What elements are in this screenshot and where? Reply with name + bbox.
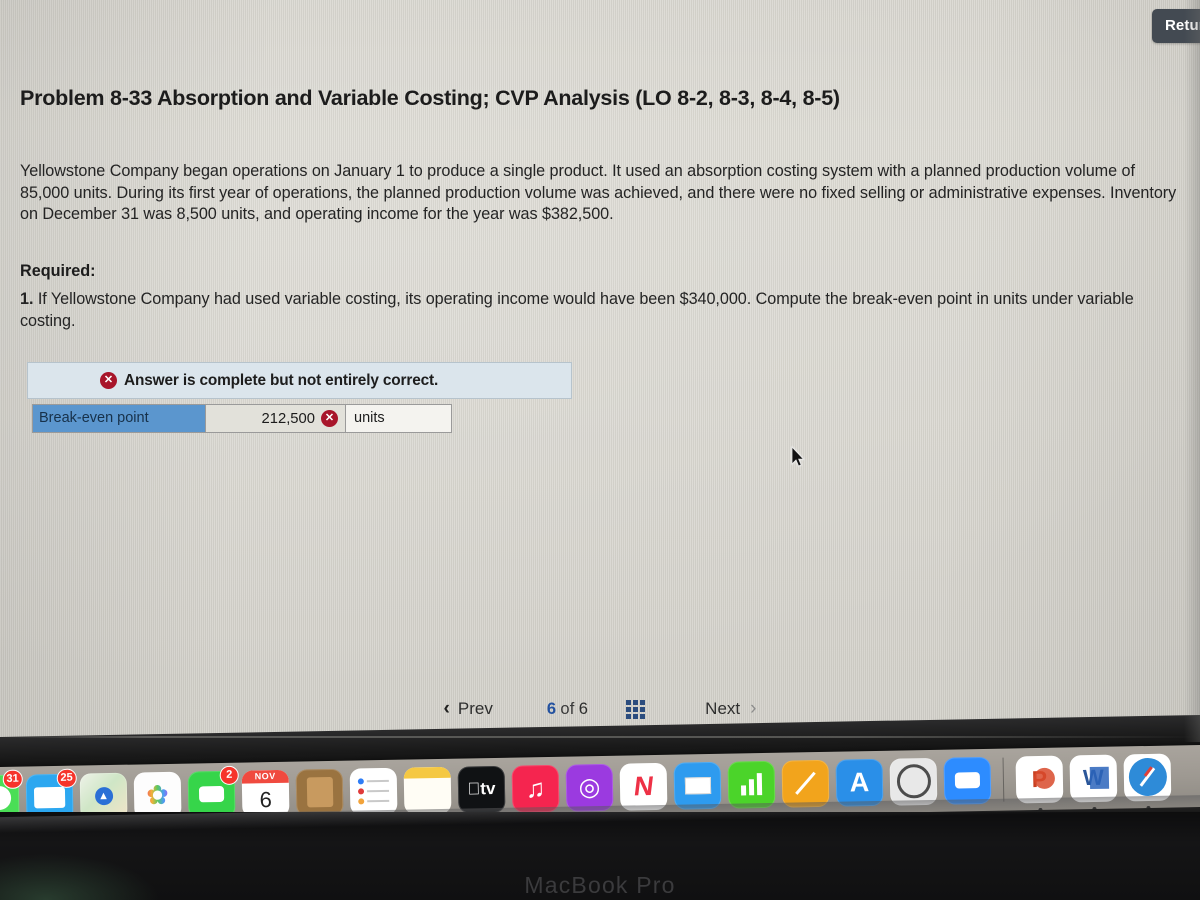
apple-tv-icon: tv <box>457 765 506 814</box>
page-indicator: 6 of 6 <box>547 700 588 719</box>
dock-item-news[interactable]: N <box>619 762 668 811</box>
dock-item-reminders[interactable] <box>349 767 398 816</box>
grid-cell <box>626 713 632 719</box>
notes-icon <box>403 766 452 815</box>
chevron-left-icon: ‹ <box>443 698 450 719</box>
dock-item-keynote[interactable] <box>673 761 722 810</box>
x-circle-icon: ✕ <box>321 410 338 427</box>
powerpoint-icon: P <box>1015 755 1064 803</box>
answer-value: 212,500 <box>261 410 316 427</box>
dock-item-pages[interactable] <box>781 759 830 808</box>
dock-item-notes[interactable] <box>403 766 452 823</box>
screen-right-edge-shadow <box>1184 0 1200 742</box>
current-page-number: 6 <box>546 699 557 718</box>
podcasts-icon: ◎ <box>565 763 614 812</box>
keynote-icon <box>673 761 722 810</box>
dock-item-system-settings[interactable] <box>889 757 938 806</box>
dock-item-podcasts[interactable]: ◎ <box>565 763 614 812</box>
chevron-right-icon: › <box>750 698 757 719</box>
pages-icon <box>781 759 830 808</box>
app-store-icon: A <box>835 758 884 807</box>
prev-button[interactable]: ‹ Prev <box>444 698 493 720</box>
answer-status-text: Answer is complete but not entirely corr… <box>124 371 439 389</box>
dock-item-contacts[interactable] <box>295 768 344 817</box>
grid-cell <box>633 706 639 712</box>
dock-badge-mail: 25 <box>56 768 77 788</box>
dock-item-app-store[interactable]: A <box>835 758 884 807</box>
next-label: Next <box>705 699 741 718</box>
required-item-1: 1. If Yellowstone Company had used varia… <box>20 289 1185 332</box>
answer-table-row: Break-even point 212,500 ✕ units <box>32 404 452 433</box>
grid-cell <box>640 699 646 705</box>
answer-row-label: Break-even point <box>33 405 206 432</box>
dock-item-safari[interactable] <box>1123 753 1172 810</box>
dock-badge-messages: 31 <box>2 769 23 789</box>
answer-units-label: units <box>346 405 451 432</box>
grid-cell <box>626 699 632 705</box>
next-button[interactable]: Next › <box>705 698 756 720</box>
dock-item-music[interactable]: ♫ <box>511 764 560 813</box>
safari-icon <box>1123 753 1172 801</box>
dock-item-apple-tv[interactable]: tv <box>457 765 506 814</box>
dock-item-calendar[interactable]: NOV 6 <box>241 769 290 818</box>
grid-cell <box>633 699 639 705</box>
answer-panel: ✕ Answer is complete but not entirely co… <box>27 362 572 433</box>
grid-3x3-icon[interactable] <box>626 699 646 719</box>
answer-status-banner: ✕ Answer is complete but not entirely co… <box>27 362 572 399</box>
contacts-icon <box>295 768 344 817</box>
grid-cell <box>633 713 639 719</box>
pagination-bar: ‹ Prev 6 of 6 Next › <box>0 688 1200 730</box>
total-page-number: 6 <box>578 699 589 718</box>
macbook-pro-label: MacBook Pro <box>524 872 676 898</box>
dock-item-numbers[interactable] <box>727 760 776 809</box>
page-title: Problem 8-33 Absorption and Variable Cos… <box>20 86 840 110</box>
laptop-screen: Return Problem 8-33 Absorption and Varia… <box>0 0 1200 742</box>
grid-cell <box>640 713 646 719</box>
dock-item-powerpoint[interactable]: P <box>1015 755 1064 812</box>
system-settings-icon <box>889 757 938 806</box>
x-circle-icon: ✕ <box>100 372 117 389</box>
required-heading: Required: <box>20 262 96 280</box>
grid-cell <box>626 706 632 712</box>
music-icon: ♫ <box>511 764 560 813</box>
problem-body-text: Yellowstone Company began operations on … <box>20 162 1177 223</box>
answer-value-cell[interactable]: 212,500 ✕ <box>206 405 346 432</box>
grid-cell <box>640 706 646 712</box>
mouse-pointer-icon <box>791 446 805 467</box>
prev-label: Prev <box>457 699 493 718</box>
zoom-icon <box>943 756 992 805</box>
laptop-photo: Return Problem 8-33 Absorption and Varia… <box>0 0 1200 900</box>
page-of-label: of <box>560 699 575 718</box>
numbers-icon <box>727 760 776 809</box>
word-icon: W <box>1069 754 1118 802</box>
dock-item-zoom[interactable] <box>943 756 992 805</box>
required-item-number: 1. <box>20 290 34 308</box>
dock-separator <box>1002 757 1005 802</box>
required-item-text: If Yellowstone Company had used variable… <box>20 290 1134 330</box>
page-bottom-divider <box>0 736 1200 738</box>
dock-item-word[interactable]: W <box>1069 754 1118 811</box>
dock-item-facetime[interactable]: 2 <box>187 765 239 819</box>
reminders-icon <box>349 767 398 816</box>
calendar-icon: NOV 6 <box>241 769 290 818</box>
dock-badge-facetime: 2 <box>219 765 239 785</box>
news-icon: N <box>619 762 668 811</box>
